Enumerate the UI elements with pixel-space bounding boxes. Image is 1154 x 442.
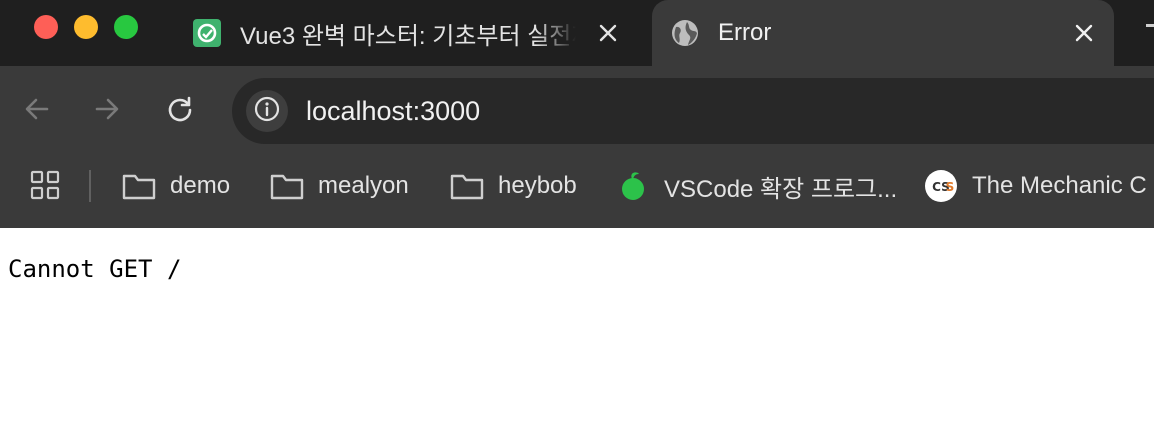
bookmarks-bar: demo mealyon heybob VSCode 확장 프로그... CS … [0,156,1154,228]
window-minimize-button[interactable] [74,15,98,39]
new-tab-button[interactable] [1146,24,1154,27]
tab-vue-course[interactable]: Vue3 완벽 마스터: 기초부터 실전까 [172,0,642,66]
toolbar: localhost:3000 [0,66,1154,156]
url-text[interactable]: localhost:3000 [306,96,480,126]
arrow-left-icon [23,95,51,128]
bookmark-label: demo [170,172,231,199]
back-button[interactable] [16,90,58,132]
bookmark-label: VSCode 확장 프로그... [664,175,898,203]
window-zoom-button[interactable] [114,15,138,39]
forward-button[interactable] [86,90,128,132]
bookmark-folder-mealyon[interactable]: mealyon [270,168,409,204]
apps-button[interactable] [28,170,62,204]
bookmark-label: mealyon [318,172,409,199]
tab-close-icon[interactable] [590,15,626,51]
site-info-button[interactable] [246,90,288,132]
reload-icon [166,95,194,128]
folder-icon [122,169,156,203]
apps-grid-icon [30,170,60,205]
tab-close-icon[interactable] [1066,15,1102,51]
bookmark-folder-demo[interactable]: demo [122,168,230,204]
address-bar[interactable]: localhost:3000 [232,78,1154,144]
tab-strip: Vue3 완벽 마스터: 기초부터 실전까 Error [0,0,1154,66]
tab-error[interactable]: Error [652,0,1114,66]
folder-icon [450,169,484,203]
vue-course-icon [192,18,222,48]
reload-button[interactable] [159,90,201,132]
bookmark-folder-heybob[interactable]: heybob [450,168,577,204]
window-close-button[interactable] [34,15,58,39]
tab-title: Vue3 완벽 마스터: 기초부터 실전까 [240,22,576,50]
arrow-right-icon [93,95,121,128]
info-icon [254,96,280,127]
svg-text:S: S [946,180,955,194]
leaf-icon [616,169,650,203]
error-message: Cannot GET / [8,255,182,283]
tab-title: Error [718,19,772,46]
globe-icon [670,18,700,48]
bookmark-vscode-extensions[interactable]: VSCode 확장 프로그... [616,168,897,204]
bookmarks-divider [89,170,91,202]
css-icon: CS S [924,169,958,203]
bookmark-label: The Mechanic C [972,172,1147,199]
folder-icon [270,169,304,203]
bookmark-label: heybob [498,172,577,199]
page-content: Cannot GET / [0,228,1154,442]
bookmark-the-mechanic[interactable]: CS S The Mechanic C [924,168,1147,204]
